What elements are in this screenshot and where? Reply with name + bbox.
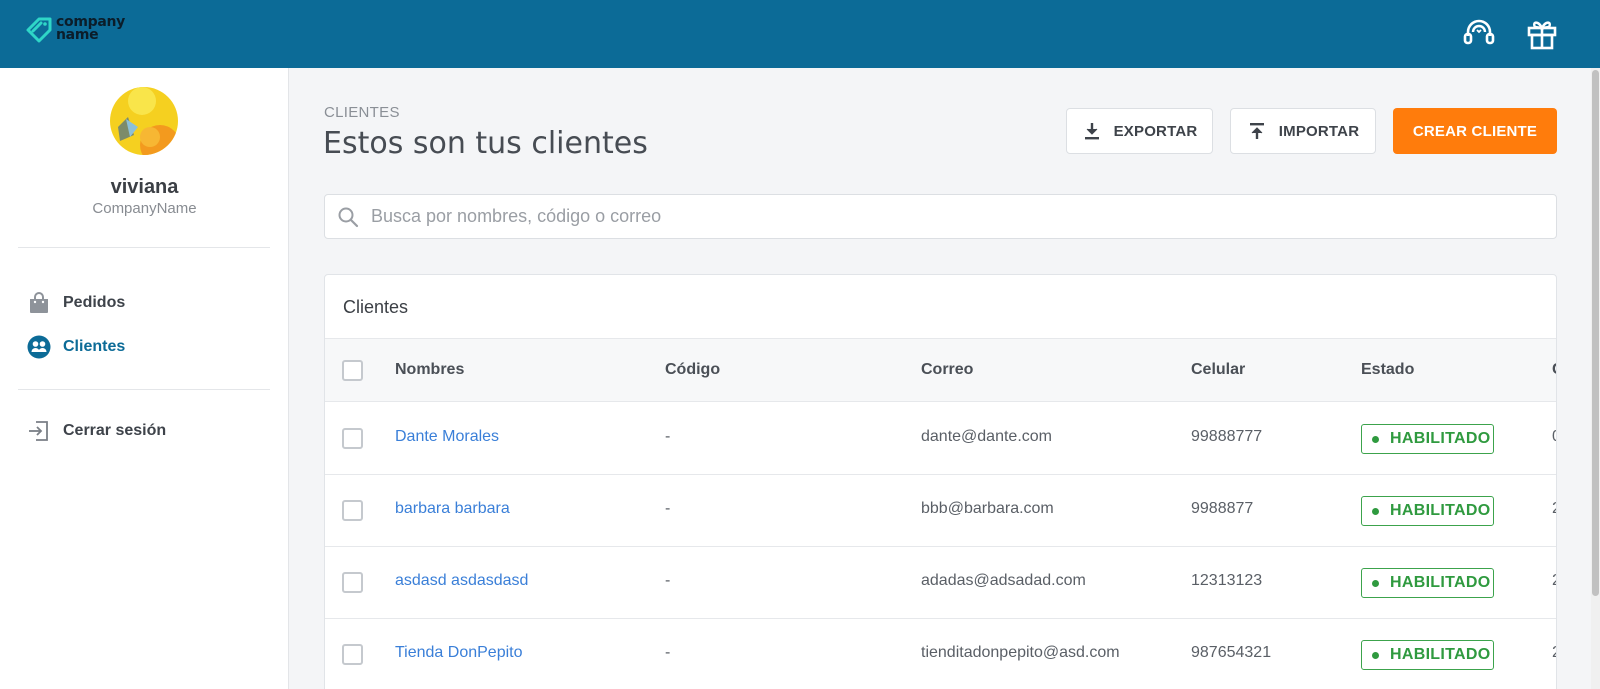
- column-header-nombres[interactable]: Nombres: [395, 361, 464, 379]
- table-title: Clientes: [343, 297, 409, 317]
- scrollbar-thumb[interactable]: [1592, 70, 1599, 596]
- client-code: -: [665, 500, 671, 517]
- users-icon: [27, 335, 51, 359]
- client-email: bbb@barbara.com: [921, 500, 1054, 517]
- sidebar-item-label: Pedidos: [63, 294, 126, 311]
- sidebar-item-label: Cerrar sesión: [63, 422, 167, 439]
- search-bar[interactable]: [324, 194, 1557, 239]
- table-header: Nombres Código Correo Celular Estado C: [325, 338, 1556, 402]
- export-button[interactable]: EXPORTAR: [1066, 108, 1213, 154]
- clients-table-card: Clientes Nombres Código Correo Celular E…: [324, 274, 1557, 689]
- search-input[interactable]: [371, 206, 1556, 227]
- client-phone: 987654321: [1191, 644, 1272, 661]
- table-row: Dante Morales - dante@dante.com 99888777…: [325, 403, 1556, 475]
- status-dot-icon: [1372, 579, 1379, 587]
- sidebar-item-logout[interactable]: Cerrar sesión: [27, 417, 166, 445]
- gift-icon[interactable]: [1524, 16, 1560, 52]
- status-dot-icon: [1372, 507, 1379, 515]
- company-logo[interactable]: company name: [24, 14, 125, 44]
- divider: [18, 389, 270, 390]
- import-button[interactable]: IMPORTAR: [1230, 108, 1376, 154]
- logo-text: company name: [56, 15, 125, 43]
- avatar[interactable]: [110, 87, 178, 155]
- column-header-truncated[interactable]: C: [1552, 361, 1556, 379]
- client-email: adadas@adsadad.com: [921, 572, 1086, 589]
- upload-icon: [1249, 123, 1264, 139]
- export-label: EXPORTAR: [1113, 122, 1198, 140]
- row-checkbox[interactable]: [342, 500, 363, 521]
- logout-icon: [29, 421, 48, 441]
- logo-line-2: name: [56, 27, 99, 43]
- sidebar-item-clientes[interactable]: Clientes: [27, 333, 125, 361]
- status-text: HABILITADO: [1390, 574, 1491, 591]
- divider: [18, 247, 270, 248]
- client-email: tienditadonpepito@asd.com: [921, 644, 1120, 661]
- page-scrollbar[interactable]: [1591, 68, 1600, 689]
- client-phone: 9988877: [1191, 500, 1254, 517]
- client-name-link[interactable]: barbara barbara: [395, 500, 510, 518]
- status-badge: HABILITADO: [1361, 496, 1494, 526]
- client-extra: 2: [1552, 644, 1556, 662]
- import-label: IMPORTAR: [1278, 122, 1360, 140]
- download-icon: [1084, 123, 1099, 140]
- select-all-checkbox[interactable]: [342, 360, 363, 381]
- status-badge: HABILITADO: [1361, 640, 1494, 670]
- shopping-bag-icon: [30, 292, 48, 313]
- row-checkbox[interactable]: [342, 644, 363, 665]
- sidebar-item-pedidos[interactable]: Pedidos: [27, 289, 125, 317]
- sidebar: viviana CompanyName Pedidos Clientes Cer…: [0, 68, 289, 689]
- column-header-correo[interactable]: Correo: [921, 361, 973, 379]
- logo-tag-icon: [26, 17, 52, 43]
- client-phone: 12313123: [1191, 572, 1263, 589]
- client-email: dante@dante.com: [921, 428, 1052, 445]
- create-client-button[interactable]: CREAR CLIENTE: [1393, 108, 1557, 154]
- breadcrumb: CLIENTES: [324, 104, 400, 121]
- status-text: HABILITADO: [1390, 502, 1491, 519]
- search-icon: [338, 207, 359, 227]
- client-name-link[interactable]: asdasd asdasdasd: [395, 572, 528, 590]
- column-header-celular[interactable]: Celular: [1191, 361, 1245, 379]
- table-row: asdasd asdasdasd - adadas@adsadad.com 12…: [325, 547, 1556, 619]
- status-badge: HABILITADO: [1361, 568, 1494, 598]
- row-checkbox[interactable]: [342, 428, 363, 449]
- sidebar-item-label: Clientes: [63, 338, 126, 355]
- table-row: Tienda DonPepito - tienditadonpepito@asd…: [325, 619, 1556, 689]
- status-text: HABILITADO: [1390, 430, 1491, 447]
- status-dot-icon: [1372, 651, 1379, 659]
- headset-icon[interactable]: [1461, 16, 1497, 52]
- table-row: barbara barbara - bbb@barbara.com 998887…: [325, 475, 1556, 547]
- status-text: HABILITADO: [1390, 646, 1491, 663]
- client-extra: 0: [1552, 428, 1556, 446]
- status-dot-icon: [1372, 435, 1379, 443]
- client-name-link[interactable]: Tienda DonPepito: [395, 644, 523, 662]
- create-label: CREAR CLIENTE: [1412, 122, 1538, 140]
- status-badge: HABILITADO: [1361, 424, 1494, 454]
- company-name: CompanyName: [92, 200, 197, 217]
- client-extra: 2: [1552, 500, 1556, 518]
- client-phone: 99888777: [1191, 428, 1263, 445]
- client-code: -: [665, 572, 671, 589]
- client-code: -: [665, 644, 671, 661]
- client-extra: 2: [1552, 572, 1556, 590]
- user-name: viviana: [110, 176, 179, 198]
- top-bar: company name: [0, 0, 1600, 68]
- client-code: -: [665, 428, 671, 445]
- column-header-estado[interactable]: Estado: [1361, 361, 1414, 379]
- column-header-codigo[interactable]: Código: [665, 361, 720, 379]
- client-name-link[interactable]: Dante Morales: [395, 428, 499, 446]
- row-checkbox[interactable]: [342, 572, 363, 593]
- page-title: Estos son tus clientes: [323, 126, 648, 161]
